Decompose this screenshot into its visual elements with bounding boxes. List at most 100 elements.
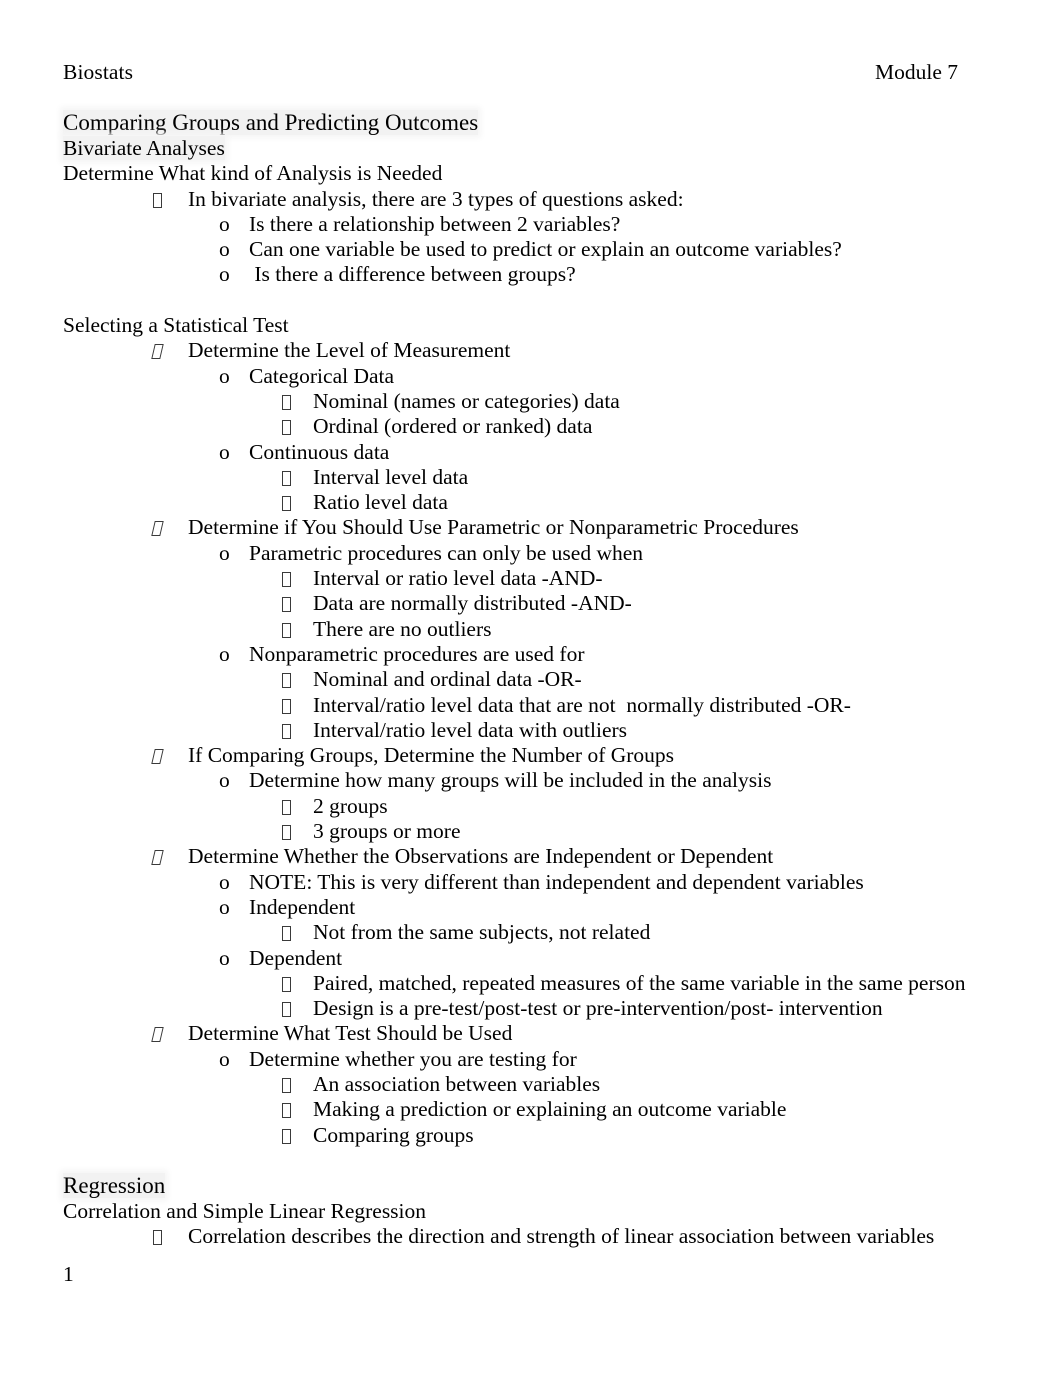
- outline-item-text: Comparing groups: [313, 1122, 474, 1147]
- tofu-box-bullet-icon: [282, 496, 291, 512]
- outline-item-text: 2 groups: [313, 793, 388, 818]
- circle-letter-bullet-icon: o: [219, 211, 230, 236]
- tofu-box-italic-bullet-icon: [151, 1027, 164, 1043]
- outline-item-text: Independent: [249, 894, 356, 919]
- tofu-box-bullet-icon: [282, 1103, 291, 1119]
- tofu-box-bullet-icon: [282, 1002, 291, 1018]
- tofu-box-bullet-icon: [282, 465, 313, 490]
- outline-item-level-1: In bivariate analysis, there are 3 types…: [63, 187, 1022, 212]
- outline-item-level-3: There are no outliers: [63, 617, 1022, 642]
- tofu-box-italic-bullet-icon: [151, 749, 164, 765]
- outline-item-text: In bivariate analysis, there are 3 types…: [188, 186, 684, 211]
- tofu-box-bullet-icon: [282, 572, 291, 588]
- tofu-box-bullet-icon: [282, 799, 291, 815]
- tofu-box-bullet-icon: [282, 389, 313, 414]
- outline-item-level-3: Ratio level data: [63, 490, 1022, 515]
- outline-item-text: Data are normally distributed -AND-: [313, 591, 632, 616]
- circle-letter-bullet-icon: o: [219, 262, 230, 287]
- outline-item-text: Nominal and ordinal data -OR-: [313, 667, 582, 692]
- outline-item-level-3: 3 groups or more: [63, 819, 1022, 844]
- tofu-box-bullet-icon: [282, 1123, 313, 1148]
- outline-item-text: Determine What Test Should be Used: [188, 1021, 513, 1046]
- circle-letter-bullet-icon: o: [219, 237, 230, 262]
- outline-item-text: Interval or ratio level data -AND-: [313, 566, 603, 591]
- tofu-box-italic-bullet-icon: [151, 515, 188, 540]
- outline-item-text: Ratio level data: [313, 490, 448, 515]
- outline-item-level-2: o Can one variable be used to predict or …: [63, 237, 1022, 262]
- tofu-box-bullet-icon: [282, 926, 291, 942]
- tofu-box-bullet-icon: [282, 1077, 291, 1093]
- outline-item-level-3: Nominal (names or categories) data: [63, 389, 1022, 414]
- section-subtitle: Bivariate Analyses: [63, 136, 1022, 161]
- tofu-box-bullet-icon: [282, 591, 313, 616]
- outline-item-level-3: Design is a pre-test/post-test or pre-in…: [63, 996, 1022, 1021]
- tofu-box-italic-bullet-icon: [151, 844, 188, 869]
- outline-item-level-2: o NOTE: This is very different than indep…: [63, 870, 1022, 895]
- tofu-box-italic-bullet-icon: [151, 850, 164, 866]
- outline-item-text: Nominal (names or categories) data: [313, 388, 620, 413]
- outline-item-level-2: o Is there a difference between groups?: [63, 262, 1022, 287]
- tofu-box-bullet-icon: [282, 597, 291, 613]
- outline-item-text: Making a prediction or explaining an out…: [313, 1097, 787, 1122]
- tofu-box-bullet-icon: [282, 723, 291, 739]
- outline-item-level-2: o Categorical Data: [63, 364, 1022, 389]
- outline-item-level-3: Nominal and ordinal data -OR-: [63, 667, 1022, 692]
- section-title: Regression: [63, 1173, 1022, 1199]
- outline-item-level-3: Not from the same subjects, not related: [63, 920, 1022, 945]
- outline-item-text: Paired, matched, repeated measures of th…: [313, 970, 966, 995]
- document-page: Biostats Module 7 Comparing Groups and P…: [0, 0, 1062, 1377]
- circle-letter-bullet-icon: o: [219, 540, 230, 565]
- tofu-box-italic-bullet-icon: [151, 1021, 188, 1046]
- tofu-box-bullet-icon: [282, 819, 313, 844]
- circle-letter-bullet-icon: o: [219, 439, 230, 464]
- circle-letter-bullet-icon: o: [219, 641, 230, 666]
- outline-item-level-2: o Determine how many groups will be inclu…: [63, 768, 1022, 793]
- tofu-box-bullet-icon: [282, 394, 291, 410]
- tofu-box-italic-bullet-icon: [151, 344, 164, 360]
- circle-letter-bullet-icon: o: [219, 894, 230, 919]
- tofu-box-bullet-icon: [282, 420, 291, 436]
- outline-item-text: Ordinal (ordered or ranked) data: [313, 414, 593, 439]
- outline-item-level-3: Interval/ratio level data that are not n…: [63, 693, 1022, 718]
- tofu-box-bullet-icon: [153, 192, 162, 208]
- outline-item-text: Parametric procedures can only be used w…: [249, 540, 644, 565]
- outline-item-text: Nonparametric procedures are used for: [249, 641, 585, 666]
- outline-item-text: Interval/ratio level data with outliers: [313, 717, 628, 742]
- tofu-box-bullet-icon: [153, 1224, 188, 1249]
- outline-item-level-2: o Is there a relationship between 2 varia…: [63, 212, 1022, 237]
- section-title-text: Comparing Groups and Predicting Outcomes: [63, 110, 479, 135]
- outline-item-level-1: Determine the Level of Measurement: [63, 338, 1022, 363]
- outline-item-level-1: Determine What Test Should be Used: [63, 1021, 1022, 1046]
- section-title: Comparing Groups and Predicting Outcomes: [63, 110, 1022, 136]
- outline-item-text: Is there a relationship between 2 variab…: [249, 211, 621, 236]
- outline-item-level-1: If Comparing Groups, Determine the Numbe…: [63, 743, 1022, 768]
- tofu-box-bullet-icon: [282, 825, 291, 841]
- outline-item-text: NOTE: This is very different than indepe…: [249, 869, 864, 894]
- tofu-box-bullet-icon: [282, 617, 313, 642]
- outline-item-text: Dependent: [249, 945, 343, 970]
- outline-item-text: Not from the same subjects, not related: [313, 920, 651, 945]
- outline-item-text: Design is a pre-test/post-test or pre-in…: [313, 996, 883, 1021]
- tofu-box-bullet-icon: [282, 414, 313, 439]
- tofu-box-bullet-icon: [282, 976, 291, 992]
- tofu-box-bullet-icon: [282, 622, 291, 638]
- outline-item-level-2: o Independent: [63, 895, 1022, 920]
- tofu-box-bullet-icon: [282, 1072, 313, 1097]
- outline-item-text: Determine how many groups will be includ…: [249, 768, 772, 793]
- outline-item-level-2: o Parametric procedures can only be used …: [63, 541, 1022, 566]
- outline-item-text: An association between variables: [313, 1071, 601, 1096]
- trailing-spacer: [63, 1250, 1022, 1275]
- tofu-box-bullet-icon: [282, 490, 313, 515]
- outline-item-level-1: Correlation describes the direction and …: [63, 1224, 1022, 1249]
- outline-item-level-1: Determine if You Should Use Parametric o…: [63, 515, 1022, 540]
- outline-item-text: If Comparing Groups, Determine the Numbe…: [188, 743, 675, 768]
- tofu-box-bullet-icon: [282, 718, 313, 743]
- outline-item-text: Can one variable be used to predict or e…: [249, 237, 842, 262]
- outline-item-level-2: o Nonparametric procedures are used for: [63, 642, 1022, 667]
- tofu-box-bullet-icon: [282, 971, 313, 996]
- circle-letter-bullet-icon: o: [219, 869, 230, 894]
- section-title-text: Regression: [63, 1173, 166, 1199]
- tofu-box-bullet-icon: [282, 693, 313, 718]
- outline-item-text: 3 groups or more: [313, 819, 461, 844]
- outline-item-text: There are no outliers: [313, 616, 492, 641]
